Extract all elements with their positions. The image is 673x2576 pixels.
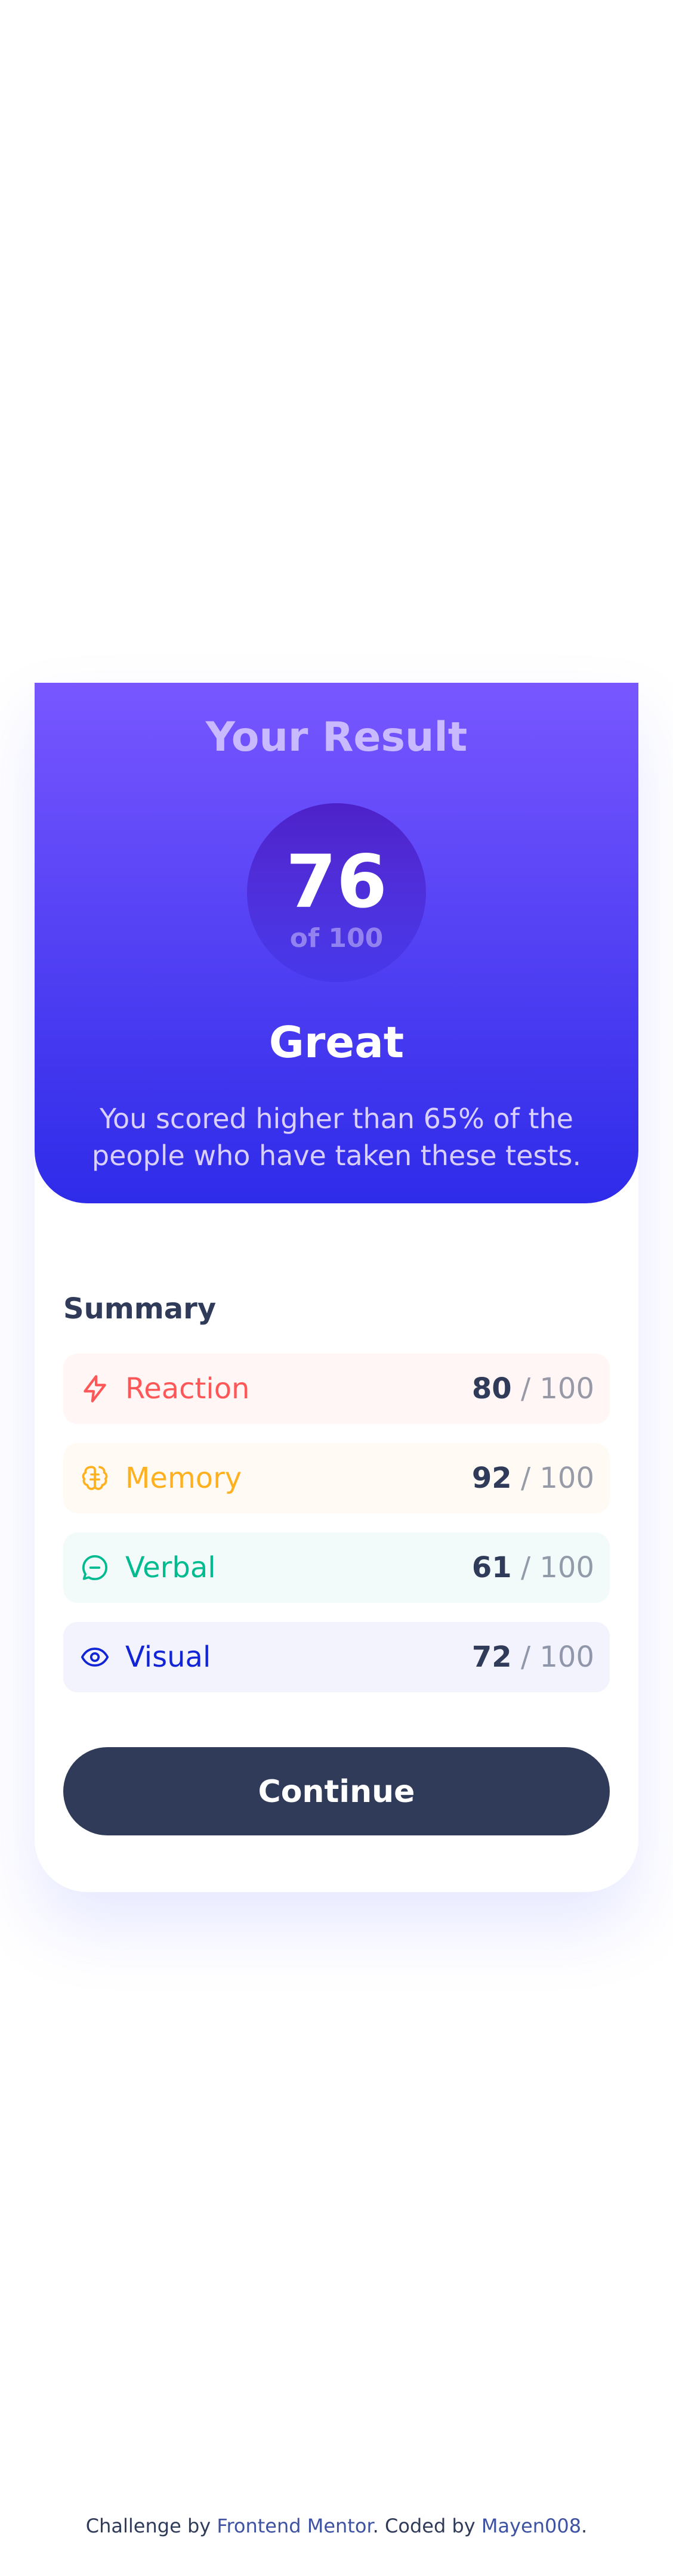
result-grade: Great bbox=[268, 1017, 405, 1067]
summary-item-label: Visual bbox=[125, 1640, 211, 1674]
attribution: Challenge by Frontend Mentor. Coded by M… bbox=[0, 2513, 673, 2539]
score-max: 100 bbox=[539, 1640, 594, 1674]
result-title: Your Result bbox=[205, 714, 468, 761]
attribution-suffix: . bbox=[581, 2515, 588, 2537]
score-value: 72 bbox=[471, 1640, 512, 1674]
brain-icon bbox=[82, 1466, 108, 1490]
score-separator: / bbox=[520, 1372, 531, 1405]
result-message: You scored higher than 65% of the people… bbox=[91, 1103, 582, 1172]
summary-item-score: 80 / 100 bbox=[472, 1371, 594, 1406]
summary-item-label: Memory bbox=[125, 1462, 242, 1495]
summary-item-score: 61 / 100 bbox=[472, 1550, 594, 1585]
continue-button[interactable]: Continue bbox=[63, 1747, 610, 1835]
score-circle: 76 of 100 bbox=[247, 803, 426, 982]
score-value: 92 bbox=[471, 1462, 512, 1495]
summary-title: Summary bbox=[63, 1292, 217, 1326]
attribution-middle: . Coded by bbox=[372, 2515, 476, 2537]
summary-item-reaction: Reaction 80 / 100 bbox=[63, 1354, 610, 1424]
eye-icon bbox=[81, 1648, 109, 1667]
score-max: 100 bbox=[539, 1372, 594, 1405]
lightning-icon bbox=[84, 1375, 106, 1402]
summary-item-label: Reaction bbox=[125, 1372, 250, 1405]
page: Your Result 76 of 100 Great You scored h… bbox=[0, 0, 673, 2576]
score-value: 80 bbox=[471, 1372, 512, 1405]
score-max: 100 bbox=[539, 1462, 594, 1495]
result-panel: Your Result 76 of 100 Great You scored h… bbox=[35, 683, 638, 1203]
score-max: 100 bbox=[539, 1551, 594, 1584]
summary-item-score: 92 / 100 bbox=[472, 1461, 594, 1496]
score-value: 76 bbox=[286, 840, 387, 924]
score-value: 61 bbox=[471, 1551, 512, 1584]
summary-item-verbal: Verbal 61 / 100 bbox=[63, 1532, 610, 1603]
author-link[interactable]: Mayen008 bbox=[481, 2515, 581, 2537]
score-separator: / bbox=[520, 1640, 531, 1674]
score-total: of 100 bbox=[289, 923, 384, 953]
results-summary-card: Your Result 76 of 100 Great You scored h… bbox=[35, 683, 638, 1892]
attribution-prefix: Challenge by bbox=[85, 2515, 211, 2537]
summary-item-label: Verbal bbox=[125, 1551, 216, 1584]
summary-item-score: 72 / 100 bbox=[472, 1640, 594, 1674]
summary-item-visual: Visual 72 / 100 bbox=[63, 1622, 610, 1692]
speech-bubble-icon bbox=[82, 1555, 108, 1581]
score-separator: / bbox=[520, 1551, 531, 1584]
summary-item-memory: Memory 92 / 100 bbox=[63, 1443, 610, 1513]
score-separator: / bbox=[520, 1462, 531, 1495]
frontend-mentor-link[interactable]: Frontend Mentor bbox=[217, 2515, 372, 2537]
